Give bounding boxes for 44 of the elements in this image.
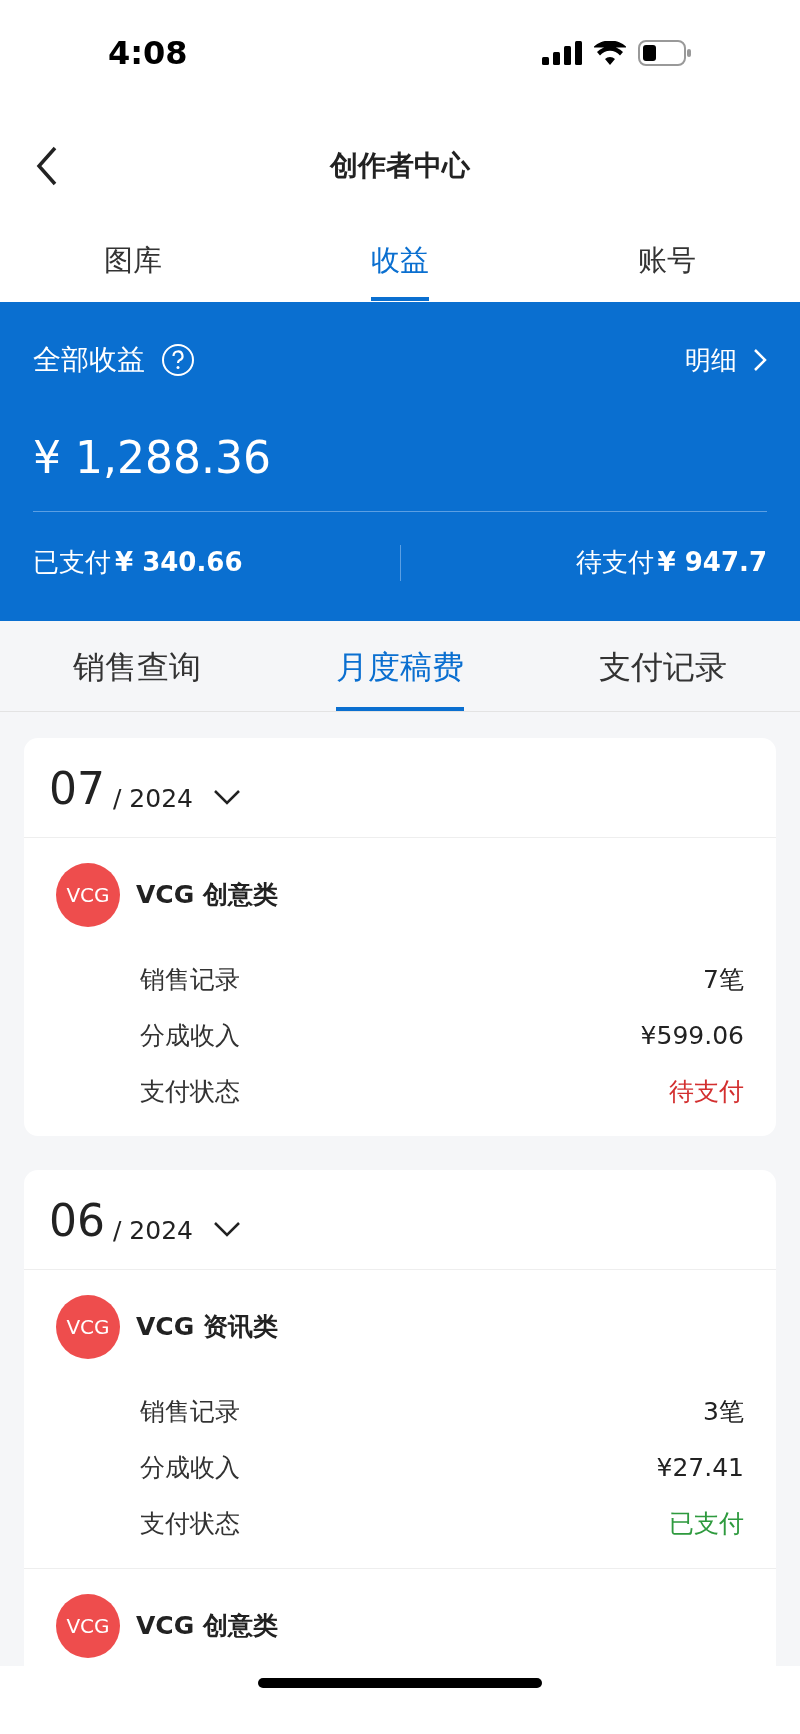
page-title: 创作者中心: [330, 148, 470, 184]
subtab[interactable]: 月度稿费: [268, 621, 532, 711]
brand-badge: VCG: [56, 1594, 120, 1658]
row-label: 销售记录: [140, 1396, 240, 1429]
row-value: 待支付: [669, 1076, 744, 1109]
chevron-down-icon[interactable]: [213, 1221, 241, 1237]
back-icon[interactable]: [36, 146, 58, 186]
total-amount: ¥ 1,288.36: [33, 430, 271, 485]
category-name: VCG 创意类: [136, 879, 278, 912]
row-label: 支付状态: [140, 1076, 240, 1109]
row-label: 分成收入: [140, 1020, 240, 1053]
paid-amount: ¥ 340.66: [115, 546, 243, 579]
paid-label: 已支付: [33, 546, 111, 579]
pending-label: 待支付: [575, 546, 654, 579]
tab[interactable]: 账号: [533, 216, 800, 302]
row-value: 已支付: [669, 1508, 744, 1541]
row-value: 3笔: [703, 1396, 744, 1429]
row-label: 分成收入: [140, 1452, 240, 1485]
row-value: 7笔: [703, 964, 744, 997]
subtab[interactable]: 支付记录: [531, 621, 794, 711]
wifi-icon: [594, 41, 626, 65]
row-value: ¥599.06: [640, 1020, 744, 1053]
earnings-label: 全部收益: [33, 342, 145, 378]
tab[interactable]: 图库: [0, 216, 267, 302]
chevron-right-icon: [753, 348, 767, 372]
detail-link[interactable]: 明细: [685, 340, 737, 380]
help-icon[interactable]: [161, 343, 195, 377]
month-year: / 2024: [113, 1218, 193, 1243]
month-year: / 2024: [113, 786, 193, 811]
category-name: VCG 资讯类: [136, 1311, 278, 1344]
brand-badge: VCG: [56, 1295, 120, 1359]
month-number: 06: [49, 1199, 105, 1243]
chevron-down-icon[interactable]: [213, 789, 241, 805]
subtab[interactable]: 销售查询: [6, 621, 269, 711]
row-value: ¥27.41: [656, 1452, 744, 1485]
category-name: VCG 创意类: [136, 1610, 278, 1643]
row-label: 销售记录: [140, 964, 240, 997]
status-time: 4:08: [108, 33, 188, 74]
row-label: 支付状态: [140, 1508, 240, 1541]
brand-badge: VCG: [56, 863, 120, 927]
month-number: 07: [49, 767, 105, 811]
pending-amount: ¥ 947.7: [657, 546, 767, 579]
signal-icon: [542, 41, 582, 65]
battery-icon: [638, 40, 692, 66]
